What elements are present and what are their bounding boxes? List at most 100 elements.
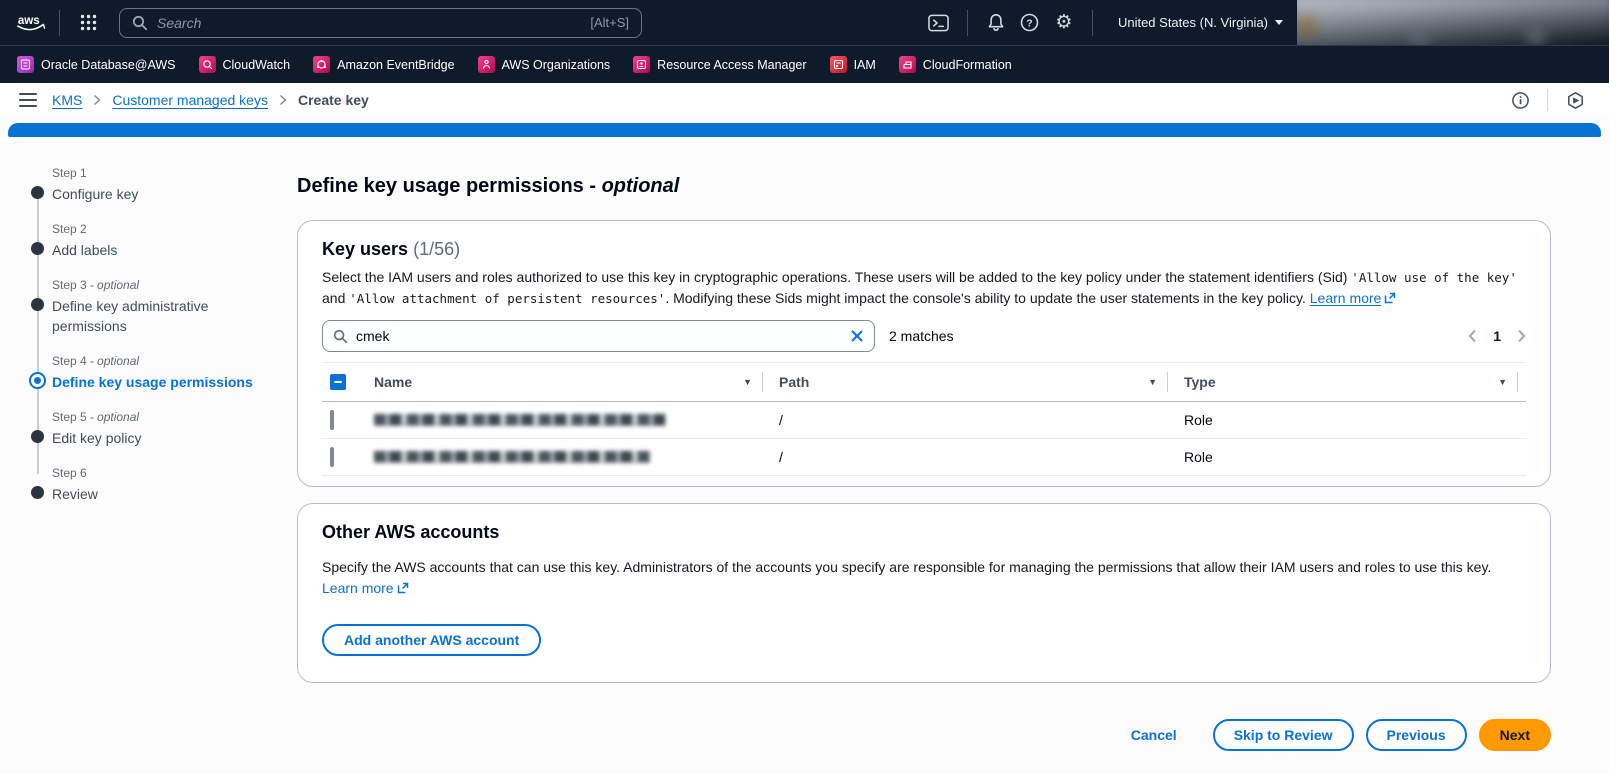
oracle-database-icon (17, 56, 34, 73)
settings-button[interactable]: ⚙ (1047, 6, 1081, 40)
step-dot (31, 242, 44, 255)
notifications-button[interactable] (979, 6, 1013, 40)
next-button[interactable]: Next (1478, 719, 1551, 751)
info-panel-button[interactable] (1503, 83, 1537, 117)
global-search-input[interactable]: Search [Alt+S] (119, 7, 642, 38)
table-row: / Role (322, 401, 1526, 439)
apps-grid-icon (80, 14, 96, 31)
nav-divider (966, 9, 968, 36)
hexagon-badge-button[interactable] (1558, 83, 1592, 117)
clear-filter-button[interactable] (850, 329, 864, 343)
filter-search-box[interactable] (322, 320, 875, 352)
row-checkbox[interactable] (330, 410, 334, 430)
step-define-admin-permissions[interactable]: Step 3- optional Define key administrati… (31, 277, 297, 336)
chevron-down-icon (1275, 20, 1283, 25)
fav-organizations[interactable]: AWS Organizations (477, 56, 610, 73)
aws-logo[interactable]: aws (14, 6, 48, 40)
filter-icon[interactable]: ▼ (743, 377, 752, 387)
step-edit-key-policy[interactable]: Step 5- optional Edit key policy (31, 409, 297, 448)
select-all-checkbox[interactable] (330, 374, 346, 390)
top-navigation: aws Search [Alt+S] ? ⚙ United States (N.… (0, 0, 1609, 45)
hexagon-icon (1567, 91, 1583, 109)
side-menu-button[interactable] (17, 89, 39, 111)
skip-to-review-button[interactable]: Skip to Review (1212, 719, 1354, 751)
breadcrumb: KMS Customer managed keys Create key (52, 92, 369, 108)
breadcrumb-create-key: Create key (297, 92, 369, 108)
filter-icon[interactable]: ▼ (1148, 377, 1157, 387)
step-add-labels[interactable]: Step 2 Add labels (31, 221, 297, 260)
external-link-icon (1384, 289, 1396, 310)
fav-oracle-database[interactable]: Oracle Database@AWS (17, 56, 176, 73)
breadcrumb-chevron-icon (94, 94, 101, 106)
close-icon (851, 330, 863, 342)
fav-cloudformation[interactable]: CloudFormation (898, 56, 1012, 73)
breadcrumb-customer-managed-keys[interactable]: Customer managed keys (112, 92, 268, 108)
wizard-footer: Cancel Skip to Review Previous Next (297, 699, 1551, 774)
fav-eventbridge[interactable]: Amazon EventBridge (313, 56, 455, 73)
svg-text:aws: aws (18, 14, 40, 26)
fav-iam[interactable]: IAM (829, 56, 876, 73)
bell-icon (988, 14, 1004, 31)
wizard-steps-sidebar: Step 1 Configure key Step 2 Add labels S… (0, 137, 297, 774)
learn-more-link[interactable]: Learn more (1310, 290, 1382, 306)
step-review[interactable]: Step 6 Review (31, 465, 297, 504)
step-title[interactable]: Define key administrative permissions (52, 296, 272, 336)
step-title[interactable]: Review (52, 484, 272, 504)
fav-label: CloudWatch (222, 57, 291, 72)
account-menu-redacted[interactable] (1297, 0, 1609, 45)
eventbridge-icon (313, 56, 331, 73)
type-cell: Role (1176, 401, 1526, 439)
external-link-icon (397, 579, 409, 600)
previous-button[interactable]: Previous (1365, 719, 1467, 751)
column-header-type[interactable]: Type ▼ (1176, 362, 1526, 402)
svg-text:?: ? (1027, 17, 1033, 29)
redacted-role-name[interactable] (374, 451, 650, 463)
previous-page-button[interactable] (1468, 329, 1477, 343)
redacted-role-name[interactable] (374, 414, 666, 426)
step-dot (31, 298, 44, 311)
key-users-card: Key users (1/56) Select the IAM users an… (297, 220, 1551, 487)
cloudshell-button[interactable] (922, 6, 956, 40)
apps-grid-button[interactable] (71, 6, 105, 40)
match-count: 2 matches (889, 328, 954, 344)
filter-icon[interactable]: ▼ (1498, 377, 1507, 387)
column-divider[interactable] (1167, 372, 1168, 392)
add-another-aws-account-button[interactable]: Add another AWS account (322, 624, 542, 656)
step-define-usage-permissions[interactable]: Step 4- optional Define key usage permis… (29, 353, 297, 392)
path-cell: / (771, 401, 1176, 439)
breadcrumb-kms[interactable]: KMS (52, 92, 82, 108)
next-page-button[interactable] (1517, 329, 1526, 343)
terminal-icon (928, 14, 950, 31)
step-configure-key[interactable]: Step 1 Configure key (31, 165, 297, 204)
key-users-title: Key users (1/56) (322, 239, 461, 259)
steps-list: Step 1 Configure key Step 2 Add labels S… (29, 165, 297, 504)
row-checkbox[interactable] (330, 447, 334, 467)
column-divider[interactable] (762, 372, 763, 392)
region-selector[interactable]: United States (N. Virginia) (1104, 15, 1297, 30)
chevron-right-icon (1518, 329, 1526, 343)
search-icon (132, 15, 148, 30)
step-title[interactable]: Define key usage permissions (52, 372, 272, 392)
page-title: Define key usage permissions - optional (297, 175, 680, 197)
step-title[interactable]: Add labels (52, 240, 272, 260)
filter-search-input[interactable] (356, 328, 842, 344)
column-header-path[interactable]: Path ▼ (771, 362, 1176, 402)
cancel-button[interactable]: Cancel (1121, 719, 1187, 751)
table-header-row: Name ▼ Path ▼ Type ▼ (322, 362, 1526, 402)
other-accounts-title: Other AWS accounts (322, 522, 500, 542)
column-divider[interactable] (1517, 372, 1518, 392)
fav-resource-access-manager[interactable]: Resource Access Manager (633, 56, 807, 73)
fav-label: IAM (853, 57, 876, 72)
step-title[interactable]: Configure key (52, 184, 272, 204)
fav-cloudwatch[interactable]: CloudWatch (198, 56, 291, 73)
divider (1547, 89, 1548, 111)
learn-more-link[interactable]: Learn more (322, 580, 394, 596)
fav-label: CloudFormation (922, 57, 1012, 72)
column-header-name[interactable]: Name ▼ (366, 362, 771, 402)
help-button[interactable]: ? (1013, 6, 1047, 40)
notification-flashbar-partial[interactable] (8, 123, 1601, 137)
key-users-table: Name ▼ Path ▼ Type ▼ / Role / Role (322, 362, 1526, 476)
gear-icon: ⚙ (1055, 12, 1073, 33)
step-title[interactable]: Edit key policy (52, 428, 272, 448)
current-page[interactable]: 1 (1493, 328, 1501, 344)
